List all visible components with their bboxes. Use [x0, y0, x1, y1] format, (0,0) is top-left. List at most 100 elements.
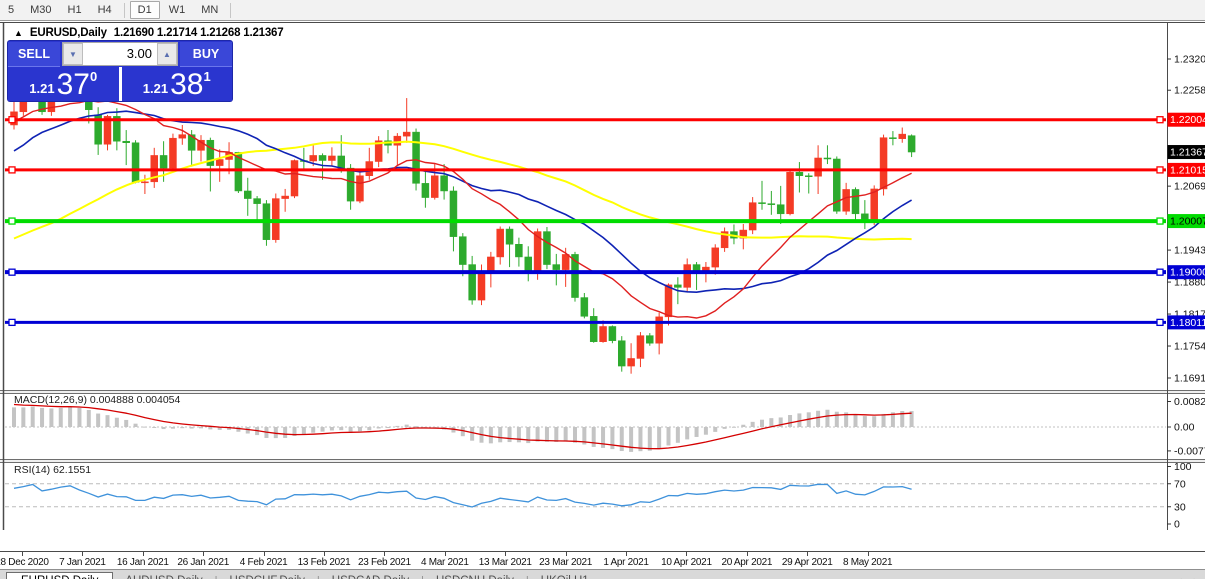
toolbar-separator — [230, 3, 231, 18]
macd-histogram-bar — [545, 427, 549, 442]
candle — [815, 158, 822, 176]
candle — [665, 285, 672, 317]
candle — [581, 298, 588, 317]
macd-histogram-bar — [573, 427, 577, 443]
macd-histogram-bar — [882, 414, 886, 427]
tab-scroll-left-icon[interactable]: ◄ — [1174, 575, 1183, 579]
volume-decrease-icon[interactable]: ▼ — [63, 43, 83, 65]
chart-tab-bar: EURUSD,DailyAUDUSD,Daily|USDCHF,Daily|US… — [0, 569, 1205, 579]
rsi-axis-label: 0 — [1174, 519, 1180, 531]
candle — [600, 326, 607, 341]
macd-histogram-bar — [31, 406, 35, 427]
candle — [160, 155, 167, 168]
macd-histogram-bar — [405, 425, 409, 427]
buy-button[interactable]: BUY — [180, 42, 232, 67]
timeframe-button-h4[interactable]: H4 — [91, 2, 119, 18]
candle — [478, 272, 485, 300]
candle — [459, 237, 466, 265]
timeframe-button-d1[interactable]: D1 — [130, 1, 160, 19]
chart-tab-eurusd[interactable]: EURUSD,Daily — [6, 572, 113, 579]
macd-histogram-bar — [106, 415, 110, 427]
candle — [787, 172, 794, 214]
timeframe-button-5[interactable]: 5 — [1, 2, 21, 18]
line-handle[interactable] — [9, 167, 15, 173]
candle — [469, 265, 476, 301]
macd-histogram-bar — [68, 407, 72, 427]
line-handle[interactable] — [9, 269, 15, 275]
macd-histogram-bar — [536, 427, 540, 442]
macd-histogram-bar — [498, 427, 502, 442]
chart-ohlc-values: 1.21690 1.21714 1.21268 1.21367 — [114, 27, 284, 39]
line-handle[interactable] — [1157, 269, 1163, 275]
macd-histogram-bar — [667, 427, 671, 445]
timeframe-button-h1[interactable]: H1 — [61, 2, 89, 18]
line-handle[interactable] — [1157, 167, 1163, 173]
macd-histogram-bar — [704, 427, 708, 435]
timeframe-button-w1[interactable]: W1 — [162, 2, 193, 18]
chart-window[interactable]: 1.232001.225851.219751.206951.194351.188… — [0, 21, 1205, 579]
date-label: 10 Apr 2021 — [661, 557, 712, 568]
line-handle[interactable] — [1157, 218, 1163, 224]
candle — [759, 203, 766, 204]
date-label: 23 Mar 2021 — [539, 557, 592, 568]
sell-price-box[interactable]: 1.21 37 0 — [8, 67, 119, 101]
date-tick — [22, 552, 23, 556]
macd-histogram-bar — [695, 427, 699, 437]
chart-tab-usdcad[interactable]: USDCAD,Daily — [320, 572, 421, 579]
candle — [796, 172, 803, 176]
date-tick — [264, 552, 265, 556]
candle — [843, 189, 850, 211]
candle — [590, 316, 597, 341]
volume-input[interactable]: 3.00 — [83, 43, 157, 65]
price-badge-label: 1.19000 — [1170, 267, 1205, 279]
time-axis[interactable]: 28 Dec 20207 Jan 202116 Jan 202126 Jan 2… — [0, 551, 1205, 569]
candle — [487, 257, 494, 272]
tab-scroll-right-icon[interactable]: ► — [1192, 575, 1201, 579]
chart-tab-audusd[interactable]: AUDUSD,Daily — [113, 572, 214, 579]
candle — [899, 134, 906, 139]
candle — [422, 183, 429, 197]
candle — [562, 254, 569, 269]
candle — [609, 326, 616, 340]
date-label: 8 May 2021 — [843, 557, 892, 568]
price-badge-label: 1.21367 — [1170, 147, 1205, 159]
macd-histogram-bar — [825, 410, 829, 427]
chart-tab-usdchf[interactable]: USDCHF,Daily — [218, 572, 317, 579]
line-handle[interactable] — [9, 218, 15, 224]
line-handle[interactable] — [9, 117, 15, 123]
macd-histogram-bar — [854, 414, 858, 427]
chart-tab-ukoil[interactable]: UKOil,H1 — [529, 572, 601, 579]
price-badge-label: 1.20007 — [1170, 216, 1205, 228]
date-tick — [807, 552, 808, 556]
line-handle[interactable] — [1157, 117, 1163, 123]
one-click-collapse-icon[interactable]: ▲ — [14, 29, 23, 38]
macd-histogram-bar — [311, 427, 315, 433]
chart-tab-usdcnh[interactable]: USDCNH,Daily — [424, 572, 526, 579]
candle — [216, 159, 223, 165]
macd-histogram-bar — [835, 412, 839, 427]
line-handle[interactable] — [9, 319, 15, 325]
macd-histogram-bar — [143, 427, 147, 428]
timeframe-button-m30[interactable]: M30 — [23, 2, 58, 18]
macd-histogram-bar — [339, 427, 343, 430]
sell-button[interactable]: SELL — [8, 42, 60, 67]
buy-price-prefix: 1.21 — [143, 79, 168, 99]
timeframe-button-mn[interactable]: MN — [194, 2, 225, 18]
volume-increase-icon[interactable]: ▲ — [157, 43, 177, 65]
macd-histogram-bar — [713, 427, 717, 432]
macd-histogram-bar — [283, 427, 287, 438]
candle — [908, 136, 915, 152]
candle — [543, 232, 550, 265]
line-handle[interactable] — [1157, 319, 1163, 325]
price-tick-label: 1.23200 — [1174, 54, 1205, 66]
date-tick — [203, 552, 204, 556]
date-tick — [686, 552, 687, 556]
macd-histogram-bar — [769, 418, 773, 427]
macd-histogram-bar — [49, 408, 53, 427]
chart-symbol-label: EURUSD,Daily — [30, 27, 107, 39]
buy-price-box[interactable]: 1.21 38 1 — [122, 67, 233, 101]
date-label: 1 Apr 2021 — [603, 557, 648, 568]
macd-histogram-bar — [395, 426, 399, 427]
candle — [712, 248, 719, 267]
price-badge-label: 1.21015 — [1170, 164, 1205, 176]
